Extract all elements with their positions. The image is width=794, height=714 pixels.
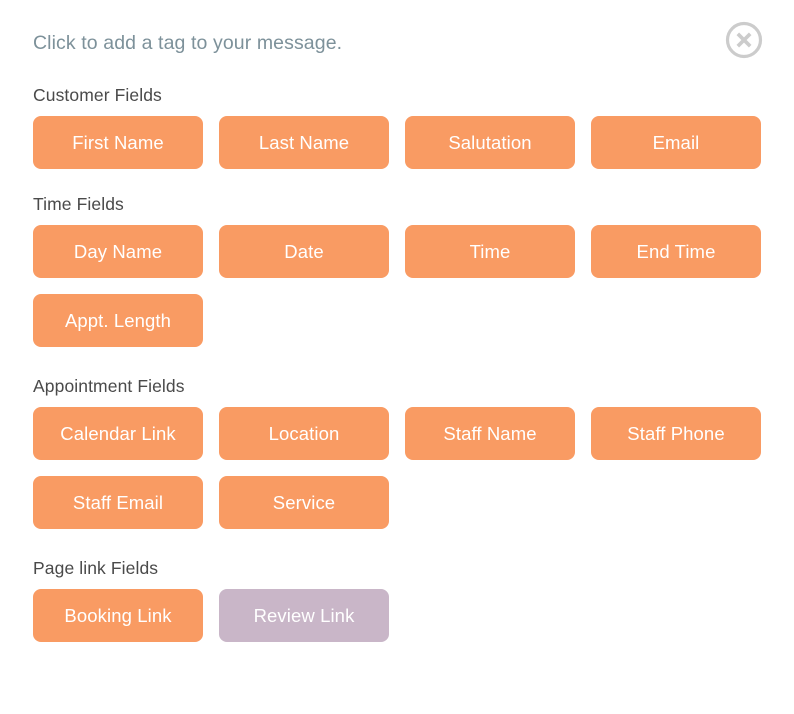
tag-sections: Customer Fields First Name Last Name Saluta… <box>0 76 794 642</box>
tag-button[interactable]: Staff Name <box>405 407 575 460</box>
dialog-title: Click to add a tag to your message. <box>33 32 343 54</box>
section-heading: Page link Fields <box>33 558 159 578</box>
tag-button[interactable]: Calendar Link <box>33 407 203 460</box>
tag-button[interactable]: Review Link <box>219 589 389 642</box>
tag-button[interactable]: Appt. Length <box>33 294 203 347</box>
tag-grid: Day Name Date Time End Time Appt. Length <box>33 225 761 347</box>
tag-button[interactable]: Email <box>591 116 761 169</box>
section-heading: Appointment Fields <box>33 376 185 396</box>
close-icon <box>725 21 763 59</box>
tag-button[interactable]: Time <box>405 225 575 278</box>
tag-section: Page link Fields Booking Link Review Link <box>0 557 794 642</box>
tag-button[interactable]: First Name <box>33 116 203 169</box>
tag-picker-dialog: Click to add a tag to your message. Cust… <box>0 0 794 714</box>
tag-button[interactable]: Date <box>219 225 389 278</box>
tag-section: Appointment Fields Calendar Link Location S… <box>0 375 794 529</box>
tag-button[interactable]: Location <box>219 407 389 460</box>
tag-grid: Calendar Link Location Staff Name Staff Pho… <box>33 407 761 529</box>
dialog-header: Click to add a tag to your message. <box>0 0 794 76</box>
tag-button[interactable]: Staff Email <box>33 476 203 529</box>
tag-button[interactable]: Last Name <box>219 116 389 169</box>
section-heading: Customer Fields <box>33 85 162 105</box>
tag-section: Customer Fields First Name Last Name Saluta… <box>0 84 794 169</box>
tag-section: Time Fields Day Name Date Time End Time Appt.… <box>0 193 794 347</box>
tag-button[interactable]: Booking Link <box>33 589 203 642</box>
tag-button[interactable]: Salutation <box>405 116 575 169</box>
tag-button[interactable]: Day Name <box>33 225 203 278</box>
tag-button[interactable]: Staff Phone <box>591 407 761 460</box>
tag-button[interactable]: Service <box>219 476 389 529</box>
tag-grid: First Name Last Name Salutation Email <box>33 116 761 169</box>
section-heading: Time Fields <box>33 194 124 214</box>
close-button[interactable] <box>725 21 763 59</box>
tag-grid: Booking Link Review Link <box>33 589 761 642</box>
tag-button[interactable]: End Time <box>591 225 761 278</box>
